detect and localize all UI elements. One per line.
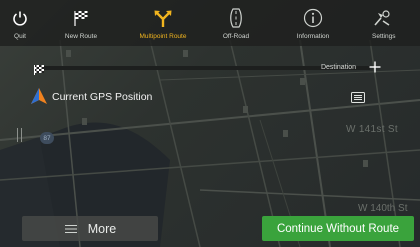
menu-icon [64,224,77,233]
checkered-flag-icon [72,7,90,29]
destination-label: Destination [320,64,356,71]
toolbar-label: New Route [64,33,98,40]
quit-button[interactable]: Quit [0,0,40,46]
toolbar-label: Information [296,33,330,40]
toolbar-label: Multipoint Route [139,33,187,40]
more-button[interactable]: More [22,216,158,241]
road-number-badge: 87 [40,132,54,144]
street-label: W 140th St [358,203,408,214]
multipoint-route-button[interactable]: Multipoint Route [122,0,204,46]
checkered-flag-icon [34,62,44,80]
new-route-button[interactable]: New Route [40,0,122,46]
fork-route-icon [153,7,173,29]
info-icon [303,7,323,29]
gps-position-icon [31,88,47,111]
toolbar-label: Settings [372,33,396,40]
list-icon [351,91,365,103]
power-icon [12,7,28,29]
start-point-label[interactable]: Current GPS Position [52,91,152,103]
continue-button-label: Continue Without Route [276,222,400,235]
add-waypoint-button[interactable] [366,58,384,76]
more-button-label: More [87,221,117,236]
settings-icon [372,7,392,29]
off-road-button[interactable]: Off-Road [204,0,268,46]
toolbar-label: Off-Road [222,33,250,40]
information-button[interactable]: Information [268,0,358,46]
plus-icon [369,61,381,73]
settings-button[interactable]: Settings [358,0,420,46]
route-list-button[interactable] [349,90,367,104]
toolbar-label: Quit [14,33,26,40]
off-road-icon [229,7,243,29]
side-panel-handle[interactable] [17,128,22,142]
street-label: W 141st St [346,124,398,135]
top-toolbar: Quit New Route Multipoint Route Off-Road… [0,0,420,46]
continue-without-route-button[interactable]: Continue Without Route [262,216,414,241]
